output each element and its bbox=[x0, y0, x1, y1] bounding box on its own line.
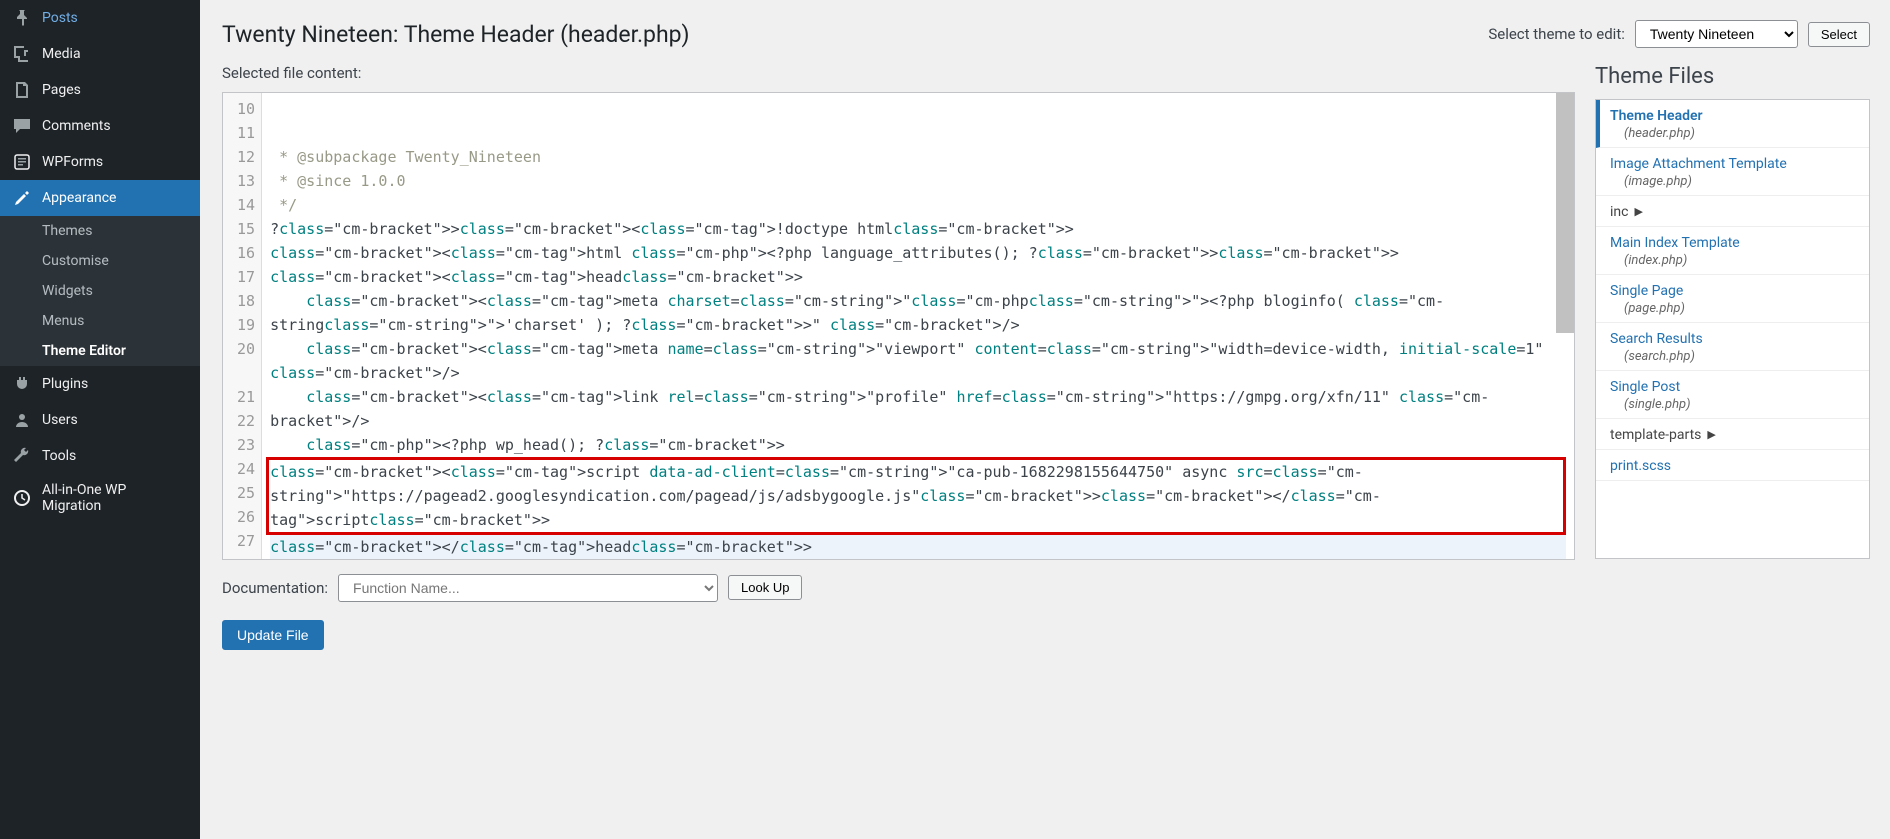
function-select[interactable]: Function Name... bbox=[338, 574, 718, 602]
lookup-button[interactable]: Look Up bbox=[728, 575, 802, 600]
sidebar-item-plugins[interactable]: Plugins bbox=[0, 366, 200, 402]
main-content: Twenty Nineteen: Theme Header (header.ph… bbox=[200, 0, 1890, 839]
sidebar-item-tools[interactable]: Tools bbox=[0, 438, 200, 474]
pin-icon bbox=[12, 8, 32, 28]
file-item[interactable]: Theme Header(header.php) bbox=[1596, 100, 1869, 148]
admin-sidebar: Posts Media Pages Comments WPForms Appea… bbox=[0, 0, 200, 839]
sidebar-sub-themes[interactable]: Themes bbox=[0, 216, 200, 246]
code-editor[interactable]: 1011121314151617181920 21222324252627 * … bbox=[222, 92, 1575, 560]
form-icon bbox=[12, 152, 32, 172]
sidebar-item-label: Users bbox=[42, 412, 78, 428]
sidebar-item-wpforms[interactable]: WPForms bbox=[0, 144, 200, 180]
chevron-right-icon: ▶ bbox=[1634, 205, 1642, 218]
theme-select[interactable]: Twenty Nineteen bbox=[1635, 20, 1798, 48]
code-textarea[interactable]: * @subpackage Twenty_Nineteen * @since 1… bbox=[262, 93, 1574, 559]
line-gutter: 1011121314151617181920 21222324252627 bbox=[223, 93, 262, 559]
theme-select-label: Select theme to edit: bbox=[1488, 25, 1625, 43]
sidebar-item-migration[interactable]: All-in-One WP Migration bbox=[0, 474, 200, 522]
file-item[interactable]: Search Results(search.php) bbox=[1596, 323, 1869, 371]
sidebar-sub-customise[interactable]: Customise bbox=[0, 246, 200, 276]
sidebar-item-label: Posts bbox=[42, 10, 78, 26]
update-file-button[interactable]: Update File bbox=[222, 620, 324, 650]
sidebar-item-comments[interactable]: Comments bbox=[0, 108, 200, 144]
sidebar-sub-menus[interactable]: Menus bbox=[0, 306, 200, 336]
page-icon bbox=[12, 80, 32, 100]
file-item[interactable]: Single Post(single.php) bbox=[1596, 371, 1869, 419]
file-item[interactable]: Single Page(page.php) bbox=[1596, 275, 1869, 323]
theme-files-list[interactable]: Theme Header(header.php)Image Attachment… bbox=[1595, 99, 1870, 559]
sidebar-item-label: Appearance bbox=[42, 190, 116, 206]
file-item[interactable]: Image Attachment Template(image.php) bbox=[1596, 148, 1869, 196]
sidebar-item-posts[interactable]: Posts bbox=[0, 0, 200, 36]
sidebar-item-label: Pages bbox=[42, 82, 81, 98]
comment-icon bbox=[12, 116, 32, 136]
page-title: Twenty Nineteen: Theme Header (header.ph… bbox=[222, 20, 690, 50]
sidebar-item-users[interactable]: Users bbox=[0, 402, 200, 438]
chevron-right-icon: ▶ bbox=[1707, 428, 1715, 441]
sidebar-sub-widgets[interactable]: Widgets bbox=[0, 276, 200, 306]
sidebar-sub-theme-editor[interactable]: Theme Editor bbox=[0, 336, 200, 366]
circle-icon bbox=[12, 488, 32, 508]
subtitle: Selected file content: bbox=[222, 64, 1575, 82]
user-icon bbox=[12, 410, 32, 430]
sidebar-item-pages[interactable]: Pages bbox=[0, 72, 200, 108]
file-item[interactable]: template-parts▶ bbox=[1596, 419, 1869, 450]
sidebar-item-label: Comments bbox=[42, 118, 111, 134]
media-icon bbox=[12, 44, 32, 64]
file-item[interactable]: inc▶ bbox=[1596, 196, 1869, 227]
wrench-icon bbox=[12, 446, 32, 466]
file-item[interactable]: print.scss bbox=[1596, 450, 1869, 481]
files-heading: Theme Files bbox=[1595, 64, 1870, 89]
sidebar-item-label: Media bbox=[42, 46, 81, 62]
sidebar-item-appearance[interactable]: Appearance bbox=[0, 180, 200, 216]
sidebar-item-label: All-in-One WP Migration bbox=[42, 482, 188, 514]
sidebar-submenu: Themes Customise Widgets Menus Theme Edi… bbox=[0, 216, 200, 366]
brush-icon bbox=[12, 188, 32, 208]
sidebar-item-label: WPForms bbox=[42, 154, 103, 170]
theme-selector-row: Select theme to edit: Twenty Nineteen Se… bbox=[1488, 20, 1870, 48]
sidebar-item-label: Tools bbox=[42, 448, 76, 464]
plugin-icon bbox=[12, 374, 32, 394]
file-item[interactable]: Main Index Template(index.php) bbox=[1596, 227, 1869, 275]
documentation-row: Documentation: Function Name... Look Up bbox=[222, 574, 1575, 602]
scrollbar[interactable] bbox=[1556, 93, 1574, 333]
doc-label: Documentation: bbox=[222, 579, 328, 597]
select-button[interactable]: Select bbox=[1808, 22, 1870, 47]
sidebar-item-media[interactable]: Media bbox=[0, 36, 200, 72]
sidebar-item-label: Plugins bbox=[42, 376, 88, 392]
